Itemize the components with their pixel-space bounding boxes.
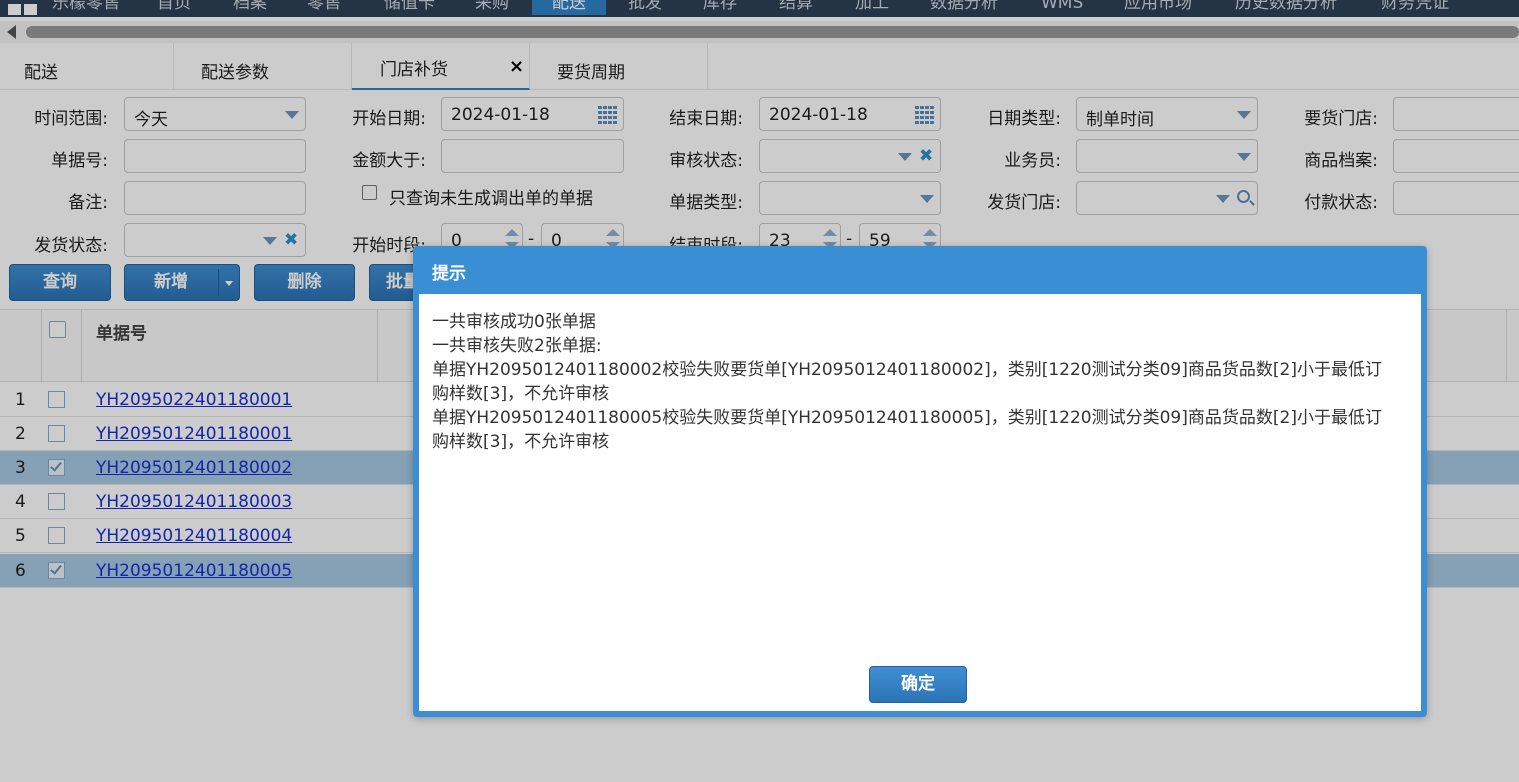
message-line: 单据YH2095012401180005校验失败要货单[YH2095012401…	[432, 408, 1382, 452]
message-line: 一共审核成功0张单据	[432, 312, 596, 332]
ok-button[interactable]: 确定	[869, 666, 967, 703]
dialog-title: 提示	[432, 264, 466, 284]
message-line: 一共审核失败2张单据:	[432, 336, 602, 356]
alert-dialog: 提示 一共审核成功0张单据 一共审核失败2张单据: 单据YH2095012401…	[413, 246, 1427, 717]
dialog-message: 一共审核成功0张单据 一共审核失败2张单据: 单据YH2095012401180…	[432, 310, 1382, 454]
dialog-body: 一共审核成功0张单据 一共审核失败2张单据: 单据YH2095012401180…	[419, 294, 1421, 711]
message-line: 单据YH2095012401180002校验失败要货单[YH2095012401…	[432, 360, 1382, 404]
